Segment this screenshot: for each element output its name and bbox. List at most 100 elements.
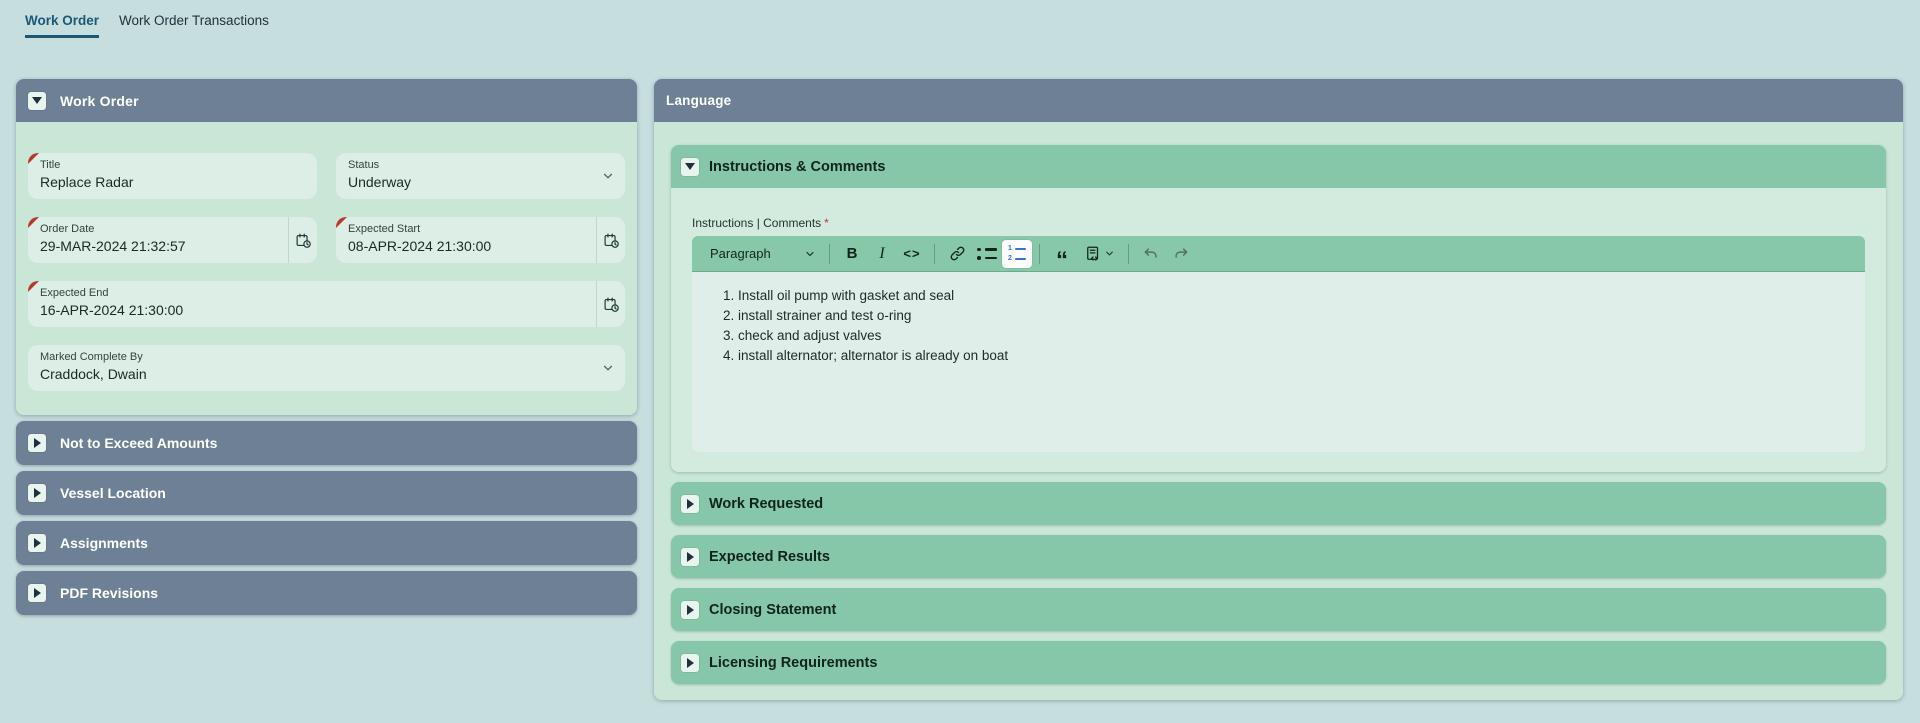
section-pdf-revisions[interactable]: PDF Revisions xyxy=(16,571,637,615)
toolbar-divider xyxy=(1039,244,1040,264)
section-title: Closing Statement xyxy=(709,602,836,618)
status-select-value: Underway xyxy=(348,174,613,190)
order-date-field[interactable]: Order Date 29-MAR-2024 21:32:57 xyxy=(28,217,317,263)
expected-end-field-value: 16-APR-2024 21:30:00 xyxy=(40,302,584,318)
section-assignments[interactable]: Assignments xyxy=(16,521,637,565)
instructions-comments-section: Instructions & Comments Instructions | C… xyxy=(671,145,1886,472)
triangle-down-icon xyxy=(32,97,42,104)
numbered-list-icon: 1 2 xyxy=(1008,245,1026,262)
triangle-right-icon xyxy=(34,438,41,448)
insert-template-button[interactable] xyxy=(1077,240,1121,268)
chevron-down-icon xyxy=(804,248,816,260)
work-order-panel-header[interactable]: Work Order xyxy=(16,79,637,122)
collapse-collapsed-button[interactable] xyxy=(28,534,46,552)
list-item: Install oil pump with gasket and seal xyxy=(738,286,1849,306)
section-title: Expected Results xyxy=(709,549,830,565)
section-title: Assignments xyxy=(60,535,148,551)
instructions-comments-content: Instructions | Comments* Paragraph B I <… xyxy=(671,188,1886,472)
collapse-expanded-button[interactable] xyxy=(28,92,46,110)
triangle-down-icon xyxy=(685,163,695,170)
list-item: install strainer and test o-ring xyxy=(738,306,1849,326)
instructions-comments-header[interactable]: Instructions & Comments xyxy=(671,145,1886,188)
work-order-form: Title Replace Radar Status Underway xyxy=(16,122,637,415)
work-order-panel: Work Order Title Replace Radar Status Un… xyxy=(16,79,637,415)
collapse-collapsed-button[interactable] xyxy=(28,584,46,602)
section-title: Licensing Requirements xyxy=(709,655,877,671)
collapse-collapsed-button[interactable] xyxy=(681,601,699,619)
bulleted-list-button[interactable] xyxy=(972,240,1002,268)
section-closing-statement[interactable]: Closing Statement xyxy=(671,588,1886,631)
chevron-down-icon xyxy=(601,361,615,375)
bold-button[interactable]: B xyxy=(837,240,867,268)
expected-end-picker-button[interactable] xyxy=(596,281,625,327)
work-order-panel-title: Work Order xyxy=(60,93,139,109)
section-vessel-location[interactable]: Vessel Location xyxy=(16,471,637,515)
chevron-down-icon xyxy=(1104,248,1115,259)
undo-button[interactable] xyxy=(1136,240,1166,268)
marked-complete-by-select[interactable]: Marked Complete By Craddock, Dwain xyxy=(28,345,625,391)
editor-field-label-text: Instructions | Comments xyxy=(692,216,821,230)
language-panel-title: Language xyxy=(666,93,731,108)
undo-icon xyxy=(1142,245,1160,263)
list-item: check and adjust valves xyxy=(738,326,1849,346)
numbered-list-button[interactable]: 1 2 xyxy=(1002,240,1032,268)
section-title: Not to Exceed Amounts xyxy=(60,435,217,451)
toolbar-divider xyxy=(829,244,830,264)
redo-icon xyxy=(1172,245,1190,263)
instructions-list: Install oil pump with gasket and seal in… xyxy=(708,286,1849,366)
expected-end-field-label: Expected End xyxy=(40,287,584,299)
marked-complete-by-label: Marked Complete By xyxy=(40,351,613,363)
triangle-right-icon xyxy=(687,499,694,509)
expected-start-picker-button[interactable] xyxy=(596,217,625,263)
expected-start-field[interactable]: Expected Start 08-APR-2024 21:30:00 xyxy=(336,217,625,263)
editor-toolbar: Paragraph B I <> xyxy=(692,236,1865,272)
paragraph-style-dropdown[interactable]: Paragraph xyxy=(702,240,822,268)
calendar-clock-icon xyxy=(603,296,620,313)
bulleted-list-icon xyxy=(977,248,997,260)
required-asterisk: * xyxy=(824,216,829,230)
chevron-down-icon xyxy=(601,169,615,183)
rich-text-editor[interactable]: Install oil pump with gasket and seal in… xyxy=(692,272,1865,452)
triangle-right-icon xyxy=(687,605,694,615)
order-date-picker-button[interactable] xyxy=(288,217,317,263)
section-work-requested[interactable]: Work Requested xyxy=(671,482,1886,525)
triangle-right-icon xyxy=(687,552,694,562)
collapse-collapsed-button[interactable] xyxy=(28,434,46,452)
section-title: PDF Revisions xyxy=(60,585,158,601)
order-date-field-label: Order Date xyxy=(40,223,276,235)
triangle-right-icon xyxy=(34,538,41,548)
title-field[interactable]: Title Replace Radar xyxy=(28,153,317,199)
title-field-value: Replace Radar xyxy=(40,174,305,190)
redo-button[interactable] xyxy=(1166,240,1196,268)
section-title: Instructions & Comments xyxy=(709,159,885,175)
link-button[interactable] xyxy=(942,240,972,268)
order-date-field-value: 29-MAR-2024 21:32:57 xyxy=(40,238,276,254)
expected-start-field-value: 08-APR-2024 21:30:00 xyxy=(348,238,584,254)
language-column: Language Instructions & Comments Instruc… xyxy=(654,79,1903,700)
code-button[interactable]: <> xyxy=(897,240,927,268)
section-not-to-exceed-amounts[interactable]: Not to Exceed Amounts xyxy=(16,421,637,465)
expected-end-field[interactable]: Expected End 16-APR-2024 21:30:00 xyxy=(28,281,625,327)
triangle-right-icon xyxy=(687,658,694,668)
triangle-right-icon xyxy=(34,588,41,598)
italic-button[interactable]: I xyxy=(867,240,897,268)
editor-field-label: Instructions | Comments* xyxy=(692,216,1865,230)
collapse-expanded-button[interactable] xyxy=(681,158,699,176)
collapse-collapsed-button[interactable] xyxy=(28,484,46,502)
tab-work-order[interactable]: Work Order xyxy=(25,13,99,38)
status-select[interactable]: Status Underway xyxy=(336,153,625,199)
tab-work-order-transactions[interactable]: Work Order Transactions xyxy=(119,13,269,38)
language-panel-header: Language xyxy=(654,79,1903,122)
triangle-right-icon xyxy=(34,488,41,498)
collapse-collapsed-button[interactable] xyxy=(681,654,699,672)
language-panel-body: Instructions & Comments Instructions | C… xyxy=(654,122,1903,700)
status-select-label: Status xyxy=(348,159,613,171)
collapse-collapsed-button[interactable] xyxy=(681,495,699,513)
collapse-collapsed-button[interactable] xyxy=(681,548,699,566)
section-licensing-requirements[interactable]: Licensing Requirements xyxy=(671,641,1886,684)
section-expected-results[interactable]: Expected Results xyxy=(671,535,1886,578)
blockquote-button[interactable]: “ xyxy=(1047,240,1077,268)
language-panel: Language Instructions & Comments Instruc… xyxy=(654,79,1903,700)
marked-complete-by-value: Craddock, Dwain xyxy=(40,366,613,382)
calendar-clock-icon xyxy=(603,232,620,249)
